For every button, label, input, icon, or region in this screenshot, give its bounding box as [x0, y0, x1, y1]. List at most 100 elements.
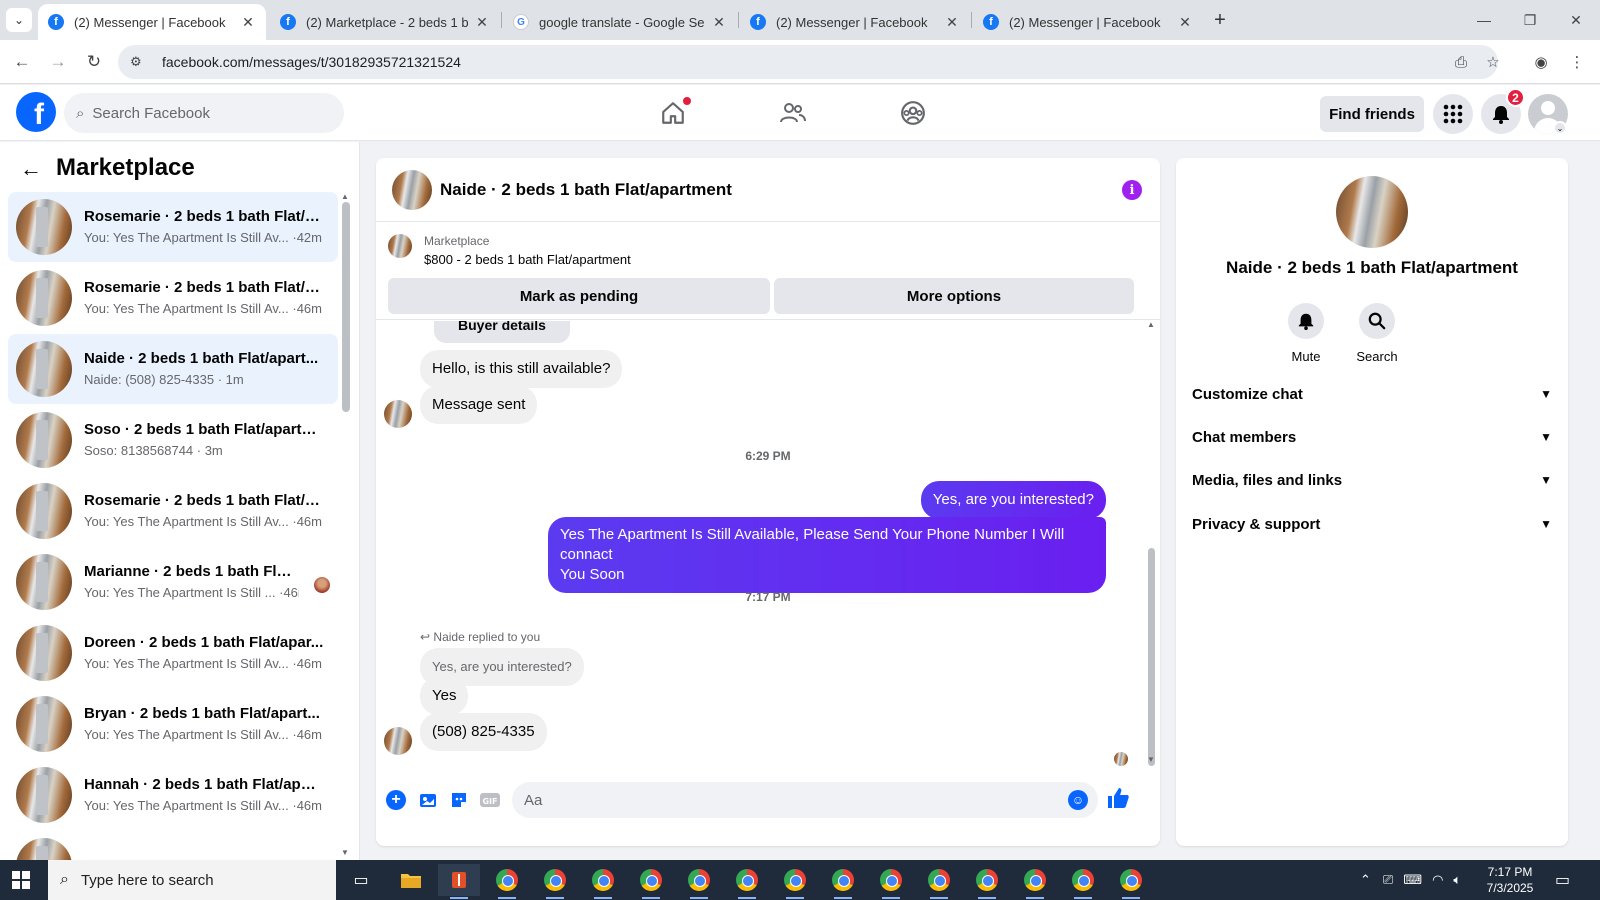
gif-icon[interactable]: GIF	[478, 788, 502, 812]
notification-center-icon[interactable]: ▭	[1555, 870, 1570, 890]
wifi-icon[interactable]: ◠	[1432, 872, 1443, 888]
taskbar-search-input[interactable]: ⌕ Type here to search	[48, 860, 336, 900]
facebook-search-input[interactable]: ⌕ Search Facebook	[64, 93, 344, 133]
buyer-details-button[interactable]: Buyer details	[434, 321, 570, 343]
info-avatar[interactable]	[1336, 176, 1408, 248]
facebook-logo[interactable]: f	[16, 92, 56, 132]
browser-tab-3[interactable]: G google translate - Google Searc ✕	[503, 4, 737, 40]
bookmark-star-icon[interactable]: ☆	[1482, 51, 1504, 73]
chevron-up-icon[interactable]: ⌃	[1360, 872, 1371, 888]
chrome-icon[interactable]	[678, 864, 720, 899]
privacy-support-row[interactable]: Privacy & support ▼	[1192, 504, 1552, 544]
message-input[interactable]: Aa	[512, 782, 1098, 818]
chrome-icon[interactable]	[582, 864, 624, 899]
tab-search-dropdown[interactable]: ⌄	[6, 8, 32, 32]
volume-icon[interactable]: 🔈︎	[1453, 872, 1461, 888]
scroll-down-arrow[interactable]: ▼	[1147, 755, 1155, 764]
browser-tab-5[interactable]: f (2) Messenger | Facebook ✕	[973, 4, 1203, 40]
mute-action[interactable]: Mute	[1271, 303, 1341, 364]
taskbar-clock[interactable]: 7:17 PM 7/3/2025	[1470, 864, 1550, 896]
conversation-item[interactable]: Marianne · 2 beds 1 bath Flat/... You: Y…	[8, 547, 338, 617]
chrome-icon[interactable]	[822, 864, 864, 899]
install-app-icon[interactable]: ⎙	[1450, 51, 1472, 73]
minimize-button[interactable]: —	[1464, 6, 1504, 34]
scroll-down-arrow[interactable]: ▼	[341, 848, 349, 857]
site-info-icon[interactable]: ⚙	[130, 54, 148, 70]
browser-tab-2[interactable]: f (2) Marketplace - 2 beds 1 bath ✕	[270, 4, 500, 40]
chat-members-row[interactable]: Chat members ▼	[1192, 417, 1552, 457]
chrome-icon[interactable]	[966, 864, 1008, 899]
chrome-icon[interactable]	[774, 864, 816, 899]
customize-chat-row[interactable]: Customize chat ▼	[1192, 374, 1552, 414]
input-method-icon[interactable]: ⌨	[1403, 872, 1422, 888]
chrome-icon[interactable]	[486, 864, 528, 899]
close-icon[interactable]: ✕	[1177, 14, 1193, 31]
chrome-icon[interactable]	[726, 864, 768, 899]
listing-price-title[interactable]: $800 - 2 beds 1 bath Flat/apartment	[424, 252, 631, 267]
find-friends-button[interactable]: Find friends	[1320, 96, 1424, 132]
app-icon[interactable]	[438, 864, 480, 899]
conversation-item-active[interactable]: Naide · 2 beds 1 bath Flat/apart... Naid…	[8, 334, 338, 404]
info-icon[interactable]: i	[1122, 180, 1142, 200]
sidebar-scrollbar[interactable]	[342, 202, 350, 412]
kebab-menu-icon[interactable]: ⋮	[1566, 51, 1588, 73]
new-tab-button[interactable]: +	[1208, 8, 1232, 32]
conversation-item-partial[interactable]	[8, 831, 338, 860]
meet-now-icon[interactable]: ⎚	[1383, 872, 1393, 888]
photo-icon[interactable]	[416, 788, 440, 812]
chrome-icon[interactable]	[534, 864, 576, 899]
close-window-button[interactable]: ✕	[1556, 6, 1596, 34]
close-icon[interactable]: ✕	[711, 14, 727, 31]
chrome-icon[interactable]	[1110, 864, 1152, 899]
profile-icon[interactable]: ◉	[1530, 51, 1552, 73]
chevron-down-icon[interactable]: ⌄	[1553, 121, 1567, 135]
close-icon[interactable]: ✕	[474, 14, 490, 31]
chat-title[interactable]: Naide · 2 beds 1 bath Flat/apartment	[440, 180, 732, 200]
mark-as-pending-button[interactable]: Mark as pending	[388, 278, 770, 314]
conversation-item[interactable]: Rosemarie · 2 beds 1 bath Flat/a... You:…	[8, 263, 338, 333]
back-arrow-icon[interactable]: ←	[20, 156, 42, 182]
message-input-placeholder: Aa	[524, 791, 543, 809]
chrome-icon[interactable]	[1062, 864, 1104, 899]
reload-button[interactable]: ↻	[82, 50, 106, 74]
chat-scrollbar[interactable]	[1148, 548, 1155, 766]
chrome-icon[interactable]	[1014, 864, 1056, 899]
chat-avatar[interactable]	[392, 170, 432, 210]
address-bar[interactable]: ⚙ facebook.com/messages/t/30182935721321…	[118, 45, 1498, 79]
nav-groups[interactable]	[857, 93, 969, 133]
search-action[interactable]: Search	[1342, 303, 1412, 364]
windows-start-icon[interactable]	[12, 871, 30, 889]
restore-button[interactable]: ❐	[1510, 6, 1550, 34]
menu-button[interactable]	[1433, 94, 1473, 134]
emoji-icon[interactable]: ☺	[1068, 790, 1088, 810]
conversation-item[interactable]: Rosemarie · 2 beds 1 bath Flat/a... You:…	[8, 192, 338, 262]
media-files-links-row[interactable]: Media, files and links ▼	[1192, 460, 1552, 500]
file-explorer-icon[interactable]	[390, 864, 432, 896]
listing-thumbnail[interactable]	[388, 234, 412, 258]
nav-friends[interactable]	[737, 93, 849, 133]
notifications-button[interactable]: 2	[1481, 88, 1525, 134]
close-icon[interactable]: ✕	[944, 14, 960, 31]
forward-button[interactable]: →	[46, 50, 70, 74]
browser-tab-1[interactable]: f (2) Messenger | Facebook ✕	[38, 4, 266, 40]
chrome-icon[interactable]	[918, 864, 960, 899]
conversation-item[interactable]: Hannah · 2 beds 1 bath Flat/apar... You:…	[8, 760, 338, 830]
task-view-icon[interactable]: ▭	[340, 864, 382, 896]
close-icon[interactable]: ✕	[240, 14, 256, 31]
scroll-up-arrow[interactable]: ▲	[341, 192, 349, 201]
chrome-icon[interactable]	[870, 864, 912, 899]
conversation-item[interactable]: Soso · 2 beds 1 bath Flat/apartm... Soso…	[8, 405, 338, 475]
chrome-icon[interactable]	[630, 864, 672, 899]
more-options-button[interactable]: More options	[774, 278, 1134, 314]
message-text-line: You Soon	[560, 566, 625, 583]
conversation-item[interactable]: Bryan · 2 beds 1 bath Flat/apart... You:…	[8, 689, 338, 759]
nav-home[interactable]	[617, 93, 729, 133]
sticker-icon[interactable]	[447, 788, 471, 812]
conversation-item[interactable]: Rosemarie · 2 beds 1 bath Flat/a... You:…	[8, 476, 338, 546]
back-button[interactable]: ←	[10, 50, 34, 74]
thumbs-up-icon[interactable]	[1106, 786, 1130, 816]
browser-tab-4[interactable]: f (2) Messenger | Facebook ✕	[740, 4, 970, 40]
scroll-up-arrow[interactable]: ▲	[1147, 320, 1155, 329]
conversation-item[interactable]: Doreen · 2 beds 1 bath Flat/apar... You:…	[8, 618, 338, 688]
plus-icon[interactable]: +	[386, 790, 406, 810]
